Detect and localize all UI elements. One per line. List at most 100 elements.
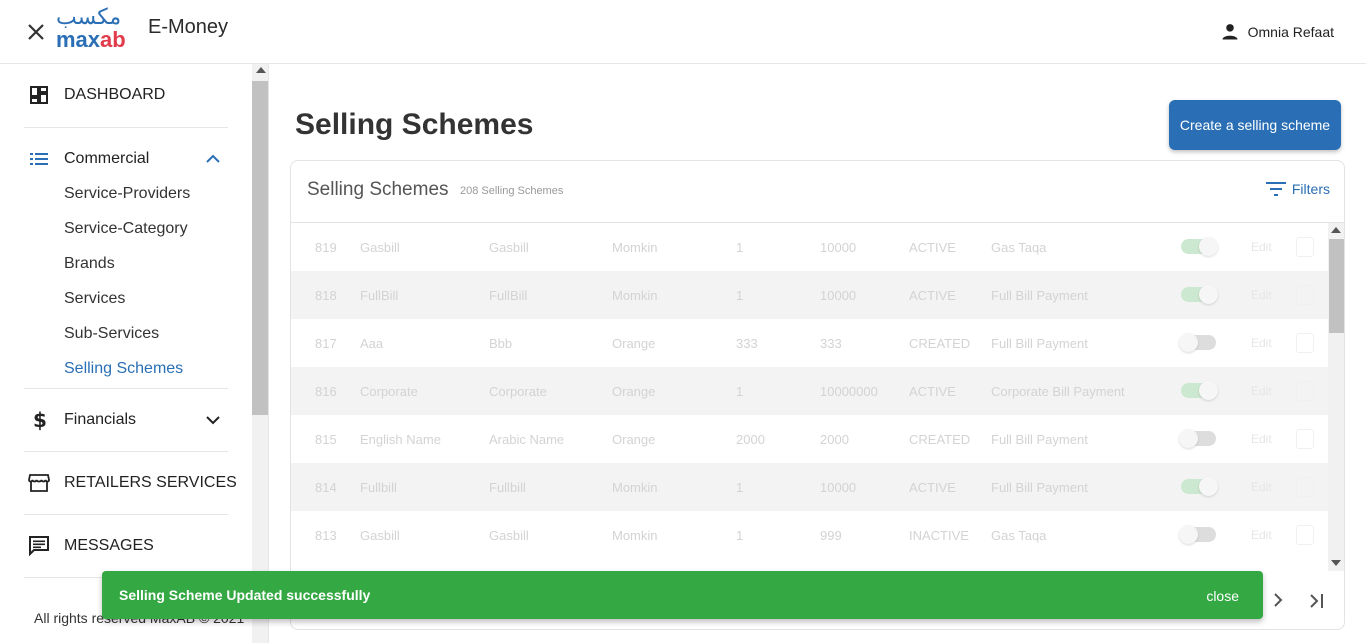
table-row[interactable]: 818 FullBill FullBill Momkin 1 10000 ACTIVE Ful… bbox=[291, 271, 1328, 319]
scroll-down-arrow[interactable] bbox=[1331, 560, 1341, 566]
sidebar-scrollbar[interactable] bbox=[252, 64, 269, 643]
sidebar-item-commercial[interactable]: Commercial bbox=[28, 148, 149, 170]
cell-provider: Orange bbox=[612, 336, 656, 351]
cell-id: 817 bbox=[315, 336, 337, 351]
sidebar-item-retailers-services[interactable]: RETAILERS SERVICES bbox=[28, 472, 237, 494]
sidebar-item-services[interactable]: Services bbox=[64, 290, 125, 308]
sidebar-item-messages[interactable]: MESSAGES bbox=[28, 535, 154, 557]
scrollbar-thumb[interactable] bbox=[1329, 239, 1344, 333]
toast-close-button[interactable]: close bbox=[1206, 588, 1239, 604]
sidebar-item-label: RETAILERS SERVICES bbox=[64, 474, 237, 491]
cell-provider: Momkin bbox=[612, 528, 658, 543]
last-page-icon[interactable] bbox=[1306, 590, 1328, 612]
cell-id: 815 bbox=[315, 432, 337, 447]
close-icon[interactable] bbox=[24, 20, 48, 44]
cell-provider: Orange bbox=[612, 384, 656, 399]
next-page-icon[interactable] bbox=[1268, 590, 1288, 610]
sidebar-item-selling-schemes[interactable]: Selling Schemes bbox=[64, 360, 183, 378]
status-toggle[interactable] bbox=[1181, 237, 1218, 256]
sidebar-item-label: Commercial bbox=[64, 150, 150, 167]
sidebar: DASHBOARD Commercial Service-Providers S… bbox=[0, 64, 252, 643]
app-title: E-Money bbox=[148, 16, 229, 38]
edit-button[interactable]: Edit bbox=[1251, 384, 1272, 398]
dollar-icon: $ bbox=[28, 409, 50, 431]
divider bbox=[24, 451, 228, 452]
table-row[interactable]: 817 Aaa Bbb Orange 333 333 CREATED Full Bill Pa… bbox=[291, 319, 1328, 367]
status-toggle[interactable] bbox=[1181, 285, 1218, 304]
edit-button[interactable]: Edit bbox=[1251, 432, 1272, 446]
cell-id: 816 bbox=[315, 384, 337, 399]
row-details-button[interactable] bbox=[1296, 333, 1314, 353]
divider bbox=[24, 514, 228, 515]
status-toggle[interactable] bbox=[1179, 525, 1216, 544]
cell-ar: Gasbill bbox=[489, 240, 529, 255]
cell-min: 333 bbox=[736, 336, 758, 351]
logo-max: max bbox=[56, 27, 101, 52]
cell-id: 813 bbox=[315, 528, 337, 543]
edit-button[interactable]: Edit bbox=[1251, 336, 1272, 350]
logo-english: maxab bbox=[56, 28, 126, 52]
cell-max: 2000 bbox=[820, 432, 849, 447]
sidebar-item-sub-services[interactable]: Sub-Services bbox=[64, 325, 159, 343]
scroll-up-arrow[interactable] bbox=[1331, 227, 1341, 233]
table-row[interactable]: 813 Gasbill Gasbill Momkin 1 999 INACTIVE Gas T… bbox=[291, 511, 1328, 559]
card-header: Selling Schemes 208 Selling Schemes Filt… bbox=[291, 161, 1344, 223]
row-details-button[interactable] bbox=[1296, 285, 1314, 305]
scrollbar-thumb[interactable] bbox=[252, 81, 269, 415]
cell-status: CREATED bbox=[909, 432, 971, 447]
cell-min: 1 bbox=[736, 288, 744, 303]
cell-ar: Fullbill bbox=[489, 480, 526, 495]
row-details-button[interactable] bbox=[1296, 477, 1314, 497]
sidebar-item-financials[interactable]: $ Financials bbox=[28, 409, 136, 431]
chevron-down-icon[interactable] bbox=[204, 411, 222, 429]
toggle-knob bbox=[1199, 477, 1218, 496]
cell-max: 10000 bbox=[820, 288, 857, 303]
edit-button[interactable]: Edit bbox=[1251, 480, 1272, 494]
cell-service: Full Bill Payment bbox=[991, 336, 1088, 351]
filters-label: Filters bbox=[1291, 181, 1330, 197]
cell-en: Corporate bbox=[360, 384, 418, 399]
table-row[interactable]: 819 Gasbill Gasbill Momkin 1 10000 ACTIVE Gas T… bbox=[291, 223, 1328, 271]
sidebar-item-service-category[interactable]: Service-Category bbox=[64, 220, 188, 238]
chevron-up-icon[interactable] bbox=[204, 150, 222, 168]
status-toggle[interactable] bbox=[1179, 333, 1216, 352]
sidebar-item-service-providers[interactable]: Service-Providers bbox=[64, 185, 190, 203]
cell-max: 10000 bbox=[820, 480, 857, 495]
edit-button[interactable]: Edit bbox=[1251, 528, 1272, 542]
row-details-button[interactable] bbox=[1296, 429, 1314, 449]
table-row[interactable]: 815 English Name Arabic Name Orange 2000 2000… bbox=[291, 415, 1328, 463]
cell-ar: Bbb bbox=[489, 336, 513, 351]
scroll-up-arrow[interactable] bbox=[256, 67, 266, 73]
status-toggle[interactable] bbox=[1181, 477, 1218, 496]
table-row[interactable]: 816 Corporate Corporate Orange 1 10000000 ACTI… bbox=[291, 367, 1328, 415]
cell-max: 10000 bbox=[820, 240, 857, 255]
cell-en: FullBill bbox=[360, 288, 399, 303]
cell-service: Full Bill Payment bbox=[991, 432, 1088, 447]
message-icon bbox=[28, 535, 50, 557]
row-details-button[interactable] bbox=[1296, 525, 1314, 545]
divider bbox=[24, 127, 228, 128]
status-toggle[interactable] bbox=[1179, 429, 1216, 448]
row-details-button[interactable] bbox=[1296, 381, 1314, 401]
cell-ar: Gasbill bbox=[489, 528, 529, 543]
cell-en: English Name bbox=[360, 432, 441, 447]
filters-button[interactable]: Filters bbox=[1265, 181, 1330, 197]
row-details-button[interactable] bbox=[1296, 237, 1314, 257]
sidebar-item-dashboard[interactable]: DASHBOARD bbox=[28, 84, 165, 106]
table-row[interactable]: 814 Fullbill Fullbill Momkin 1 10000 ACTIVE Ful… bbox=[291, 463, 1328, 511]
sidebar-item-label: Financials bbox=[64, 411, 137, 428]
toggle-knob bbox=[1199, 381, 1218, 400]
selling-schemes-card: Selling Schemes 208 Selling Schemes Filt… bbox=[290, 160, 1345, 630]
table-scrollbar[interactable] bbox=[1328, 223, 1344, 571]
cell-status: ACTIVE bbox=[909, 240, 956, 255]
status-toggle[interactable] bbox=[1181, 381, 1218, 400]
edit-button[interactable]: Edit bbox=[1251, 288, 1272, 302]
list-icon bbox=[28, 148, 50, 170]
toggle-knob bbox=[1199, 285, 1218, 304]
toggle-knob bbox=[1179, 525, 1198, 544]
create-selling-scheme-button[interactable]: Create a selling scheme bbox=[1169, 100, 1341, 150]
cell-max: 333 bbox=[820, 336, 842, 351]
sidebar-item-brands[interactable]: Brands bbox=[64, 255, 115, 273]
edit-button[interactable]: Edit bbox=[1251, 240, 1272, 254]
user-menu[interactable]: Omnia Refaat bbox=[1220, 22, 1334, 42]
